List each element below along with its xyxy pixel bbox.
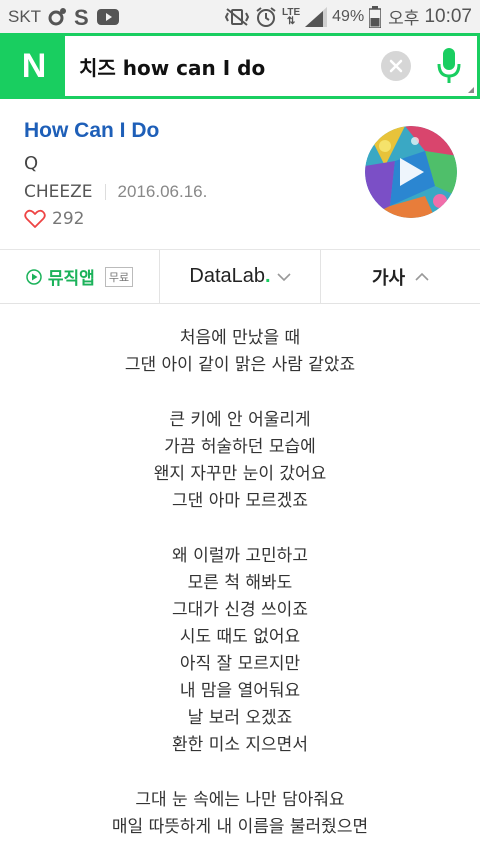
datalab-dot: . — [265, 265, 271, 287]
datalab-label: DataLab. — [189, 265, 270, 288]
lyrics-stanza: 왜 이럴까 고민하고 모른 척 해봐도 그대가 신경 쓰이죠 시도 때도 없어요… — [0, 543, 480, 759]
like-count: 292 — [52, 209, 85, 229]
tab-bar: 뮤직앱 무료 DataLab. 가사 — [0, 250, 480, 304]
tab-lyrics[interactable]: 가사 — [321, 250, 480, 303]
search-query-text[interactable]: 치즈 how can I do — [79, 52, 381, 81]
datalab-text: DataLab — [189, 265, 266, 287]
lyric-line: 환한 미소 지으면서 — [172, 735, 308, 755]
like-button[interactable]: 292 — [24, 209, 84, 229]
lyrics-stanza: 처음에 만났을 때 그댄 아이 같이 맑은 사람 같았죠 — [0, 325, 480, 379]
lyric-line: 날 보러 오겠죠 — [187, 708, 293, 728]
network-type-label: LTE — [281, 6, 301, 18]
song-meta: CHEEZE 2016.06.16. — [24, 182, 207, 202]
search-input[interactable]: 치즈 how can I do — [65, 36, 477, 96]
alarm-icon — [255, 6, 277, 28]
song-info-card: How Can I Do Q CHEEZE 2016.06.16. 292 — [0, 99, 480, 250]
artist-name[interactable]: CHEEZE — [24, 182, 93, 202]
meta-divider — [104, 184, 106, 200]
lyric-line: 모른 척 해봐도 — [187, 573, 293, 593]
search-header: N 치즈 how can I do — [0, 33, 480, 99]
signal-icon — [305, 6, 328, 27]
status-bar: SKT S LTE ⇅ 49% 오후 10:07 — [0, 0, 480, 33]
svg-text:S: S — [74, 6, 89, 28]
album-name[interactable]: Q — [24, 153, 38, 174]
song-title-link[interactable]: How Can I Do — [24, 119, 159, 143]
vibrate-mute-icon — [224, 7, 250, 27]
resize-corner-icon — [468, 87, 474, 93]
chevron-up-icon — [415, 272, 429, 282]
lyric-line: 큰 키에 안 어울리게 — [169, 410, 311, 430]
clock-time: 10:07 — [424, 5, 472, 27]
clear-icon[interactable] — [381, 51, 411, 81]
microphone-icon[interactable] — [429, 41, 469, 91]
lyric-line: 시도 때도 없어요 — [179, 627, 301, 647]
lyrics-stanza: 그대 눈 속에는 나만 담아줘요 매일 따뜻하게 내 이름을 불러줬으면 — [0, 787, 480, 841]
release-date: 2016.06.16. — [117, 182, 208, 201]
lyrics-body: 처음에 만났을 때 그댄 아이 같이 맑은 사람 같았죠 큰 키에 안 어울리게… — [0, 325, 480, 853]
chevron-down-icon — [277, 272, 291, 282]
play-icon[interactable] — [365, 126, 457, 218]
lyric-line: 아직 잘 모르지만 — [179, 654, 301, 674]
lyric-line: 왠지 자꾸만 눈이 갔어요 — [153, 464, 327, 484]
youtube-icon — [97, 8, 120, 25]
heart-icon[interactable] — [24, 209, 46, 229]
lyric-line: 매일 따뜻하게 내 이름을 불러줬으면 — [111, 817, 369, 837]
carrier-label: SKT — [8, 6, 42, 26]
lyric-line: 그댄 아마 모르겠죠 — [172, 491, 308, 511]
s-app-icon: S — [73, 6, 91, 28]
sync-icon — [47, 7, 67, 27]
lyric-line: 처음에 만났을 때 — [179, 328, 301, 348]
free-badge: 무료 — [104, 266, 134, 287]
tab-datalab[interactable]: DataLab. — [160, 250, 321, 303]
battery-percent: 49% — [332, 7, 365, 25]
album-art-play-button[interactable] — [365, 126, 457, 218]
lyrics-stanza: 큰 키에 안 어울리게 가끔 허술하던 모습에 왠지 자꾸만 눈이 갔어요 그댄… — [0, 407, 480, 515]
lyric-line: 그대가 신경 쓰이죠 — [172, 600, 308, 620]
lyric-line: 그대 눈 속에는 나만 담아줘요 — [135, 790, 345, 810]
lyric-line: 가끔 허술하던 모습에 — [164, 437, 316, 457]
tab-music-app[interactable]: 뮤직앱 무료 — [0, 250, 160, 303]
lte-indicator: LTE ⇅ — [281, 6, 301, 27]
music-app-label: 뮤직앱 — [47, 269, 95, 289]
lyrics-tab-label: 가사 — [371, 267, 406, 289]
lyric-line: 그댄 아이 같이 맑은 사람 같았죠 — [124, 355, 356, 375]
time-ampm: 오후 — [388, 9, 420, 28]
naver-logo[interactable]: N — [3, 36, 65, 96]
lyric-line: 왜 이럴까 고민하고 — [172, 546, 308, 566]
lyric-line: 내 맘을 열어둬요 — [179, 681, 301, 701]
naver-logo-letter: N — [21, 46, 47, 85]
battery-icon — [369, 5, 382, 28]
play-circle-icon — [26, 268, 42, 285]
